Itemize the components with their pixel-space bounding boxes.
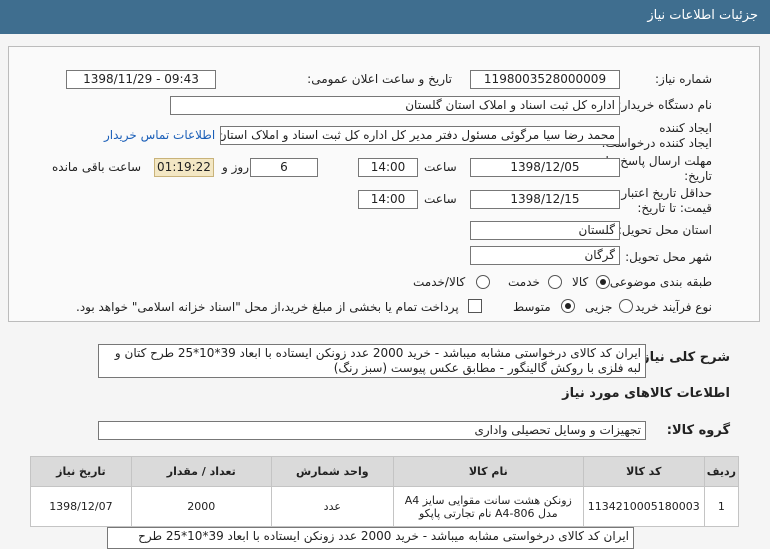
creator-label-line1: ایجاد کننده bbox=[659, 121, 712, 135]
table-header-row: ردیف کد کالا نام کالا واحد شمارش تعداد /… bbox=[30, 456, 740, 487]
city-field: گرگان bbox=[470, 246, 620, 265]
cell-code: 1134210005180003 bbox=[582, 486, 705, 527]
category-label: طبقه بندی موضوعی: bbox=[605, 275, 712, 289]
col-date-header: تاریخ نیاز bbox=[30, 456, 132, 487]
treasury-payment-checkbox[interactable] bbox=[468, 299, 482, 313]
days-label: روز و bbox=[222, 160, 249, 174]
page-title: جزئیات اطلاعات نیاز bbox=[647, 8, 758, 23]
process-minor-label: جزیی bbox=[585, 300, 613, 314]
col-code-header: کد کالا bbox=[582, 456, 705, 487]
summary-field: ایران کد کالای درخواستی مشابه میباشد - خ… bbox=[98, 344, 646, 378]
validity-date-field: 1398/12/15 bbox=[470, 190, 620, 209]
process-medium-radio[interactable] bbox=[561, 299, 575, 313]
need-number-label: شماره نیاز: bbox=[655, 72, 712, 86]
page-header: جزئیات اطلاعات نیاز bbox=[0, 0, 770, 34]
goods-section-title: اطلاعات کالاهای مورد نیاز bbox=[562, 386, 730, 401]
buyer-field: اداره کل ثبت اسناد و املاک استان گلستان bbox=[170, 96, 620, 115]
category-service-label: خدمت bbox=[508, 275, 540, 289]
goods-group-label: گروه کالا: bbox=[666, 423, 730, 438]
category-goods-service-radio[interactable] bbox=[476, 275, 490, 289]
deadline-date-field: 1398/12/05 bbox=[470, 158, 620, 177]
remaining-timer: 01:19:22 bbox=[154, 158, 214, 177]
goods-table: ردیف کد کالا نام کالا واحد شمارش تعداد /… bbox=[30, 456, 740, 527]
buyer-label: نام دستگاه خریدار: bbox=[617, 98, 713, 112]
item-description-field: ایران کد کالای درخواستی مشابه میباشد - خ… bbox=[107, 527, 634, 549]
col-qty-header: تعداد / مقدار bbox=[130, 456, 272, 487]
col-row-header: ردیف bbox=[703, 456, 740, 487]
process-label: نوع فرآیند خرید : bbox=[627, 300, 712, 314]
category-goods-radio[interactable] bbox=[596, 275, 610, 289]
process-minor-radio[interactable] bbox=[619, 299, 633, 313]
need-number-field: 1198003528000009 bbox=[470, 70, 620, 89]
cell-name: زونکن هشت سانت مقوایی سایز A4 مدل A4-806… bbox=[392, 486, 584, 527]
category-goods-label: کالا bbox=[572, 275, 589, 289]
cell-date: 1398/12/07 bbox=[30, 486, 132, 527]
cell-row: 1 bbox=[703, 486, 740, 527]
summary-label: شرح کلی نیاز: bbox=[636, 350, 730, 365]
table-row[interactable]: 1 1134210005180003 زونکن هشت سانت مقوایی… bbox=[30, 486, 740, 527]
process-medium-label: متوسط bbox=[513, 300, 551, 314]
deadline-time-field: 14:00 bbox=[358, 158, 418, 177]
city-label: شهر محل تحویل: bbox=[625, 250, 712, 264]
deadline-time-label: ساعت bbox=[424, 160, 457, 174]
category-service-radio[interactable] bbox=[548, 275, 562, 289]
category-goods-service-label: کالا/خدمت bbox=[413, 275, 466, 289]
province-label: استان محل تحویل: bbox=[617, 223, 712, 237]
validity-time-field: 14:00 bbox=[358, 190, 418, 209]
col-unit-header: واحد شمارش bbox=[270, 456, 394, 487]
days-field: 6 bbox=[250, 158, 318, 177]
creator-field: محمد رضا سیا مرگوئی مسئول دفتر مدیر کل ا… bbox=[220, 126, 620, 145]
announce-field: 1398/11/29 - 09:43 bbox=[66, 70, 216, 89]
validity-time-label: ساعت bbox=[424, 192, 457, 206]
goods-group-field: تجهیزات و وسایل تحصیلی واداری bbox=[98, 421, 646, 440]
contact-buyer-link[interactable]: اطلاعات تماس خریدار bbox=[104, 128, 215, 142]
col-name-header: نام کالا bbox=[392, 456, 584, 487]
province-field: گلستان bbox=[470, 221, 620, 240]
cell-qty: 2000 bbox=[130, 486, 272, 527]
cell-unit: عدد bbox=[270, 486, 394, 527]
announce-label: تاریخ و ساعت اعلان عمومی: bbox=[307, 72, 452, 86]
treasury-payment-note: پرداخت تمام یا بخشی از مبلغ خرید،از محل … bbox=[76, 300, 459, 314]
remaining-label: ساعت باقی مانده bbox=[52, 160, 142, 174]
